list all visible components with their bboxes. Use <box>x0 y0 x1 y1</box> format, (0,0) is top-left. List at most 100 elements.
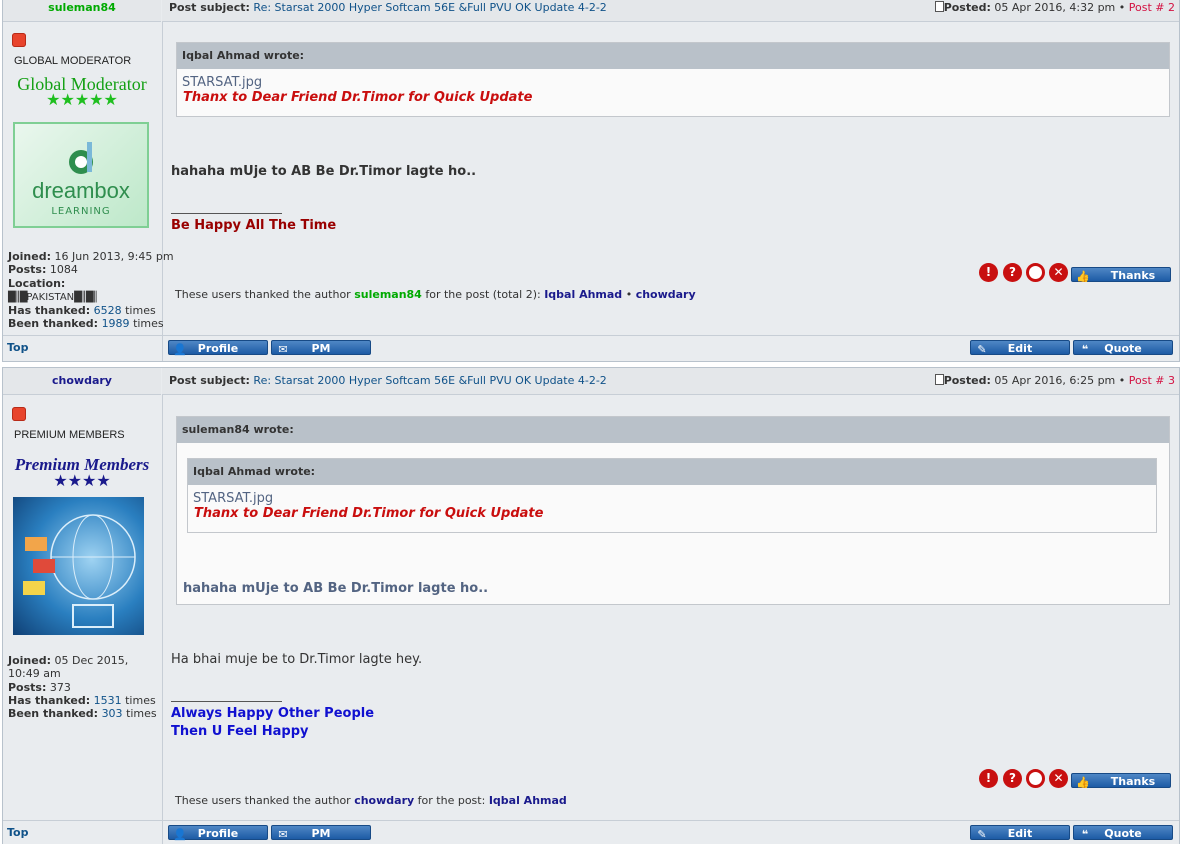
thanks-mid-text: for the post (total 2): <box>425 288 541 301</box>
been-thanked-label: Been thanked: <box>8 707 99 721</box>
subject-label: Post subject: <box>169 374 250 387</box>
delete-icon[interactable]: ✕ <box>1049 769 1068 788</box>
has-thanked-label: Has thanked: <box>8 304 91 318</box>
post-footer: Top 👤 Profile ✉ PM ✎ Edit ❝ Quote <box>3 820 1179 843</box>
avatar <box>13 497 144 635</box>
has-thanked-value[interactable]: 6528 <box>94 304 122 317</box>
info-icon[interactable]: ? <box>1003 769 1022 788</box>
post-message: hahaha mUje to AB Be Dr.Timor lagte ho.. <box>171 164 477 179</box>
quote-button[interactable]: ❝ Quote <box>1073 825 1173 841</box>
edit-button[interactable]: ✎ Edit <box>970 340 1070 356</box>
times-text: times <box>125 304 156 318</box>
post-author-name[interactable]: suleman84 <box>48 1 116 14</box>
thanks-label: Thanks <box>1110 775 1156 788</box>
has-thanked-label: Has thanked: <box>8 693 91 707</box>
quote-icon: ❝ <box>1081 343 1089 356</box>
avatar-text: dreambox <box>32 178 130 203</box>
has-thanked-value[interactable]: 1531 <box>94 694 122 707</box>
posts-label: Posts: <box>8 680 47 694</box>
warning-icon[interactable]: ! <box>979 263 998 282</box>
ban-icon[interactable] <box>1026 769 1045 788</box>
posts-value: 1084 <box>49 263 78 277</box>
post-number-link[interactable]: Post # 3 <box>1129 374 1175 387</box>
pm-label: PM <box>311 342 331 355</box>
been-thanked-value[interactable]: 303 <box>102 707 123 720</box>
rank-image-text: Premium Members <box>14 455 150 474</box>
flag-icon: █║█ <box>8 291 27 303</box>
pm-button[interactable]: ✉ PM <box>271 340 371 356</box>
posted-date: 05 Apr 2016, 6:25 pm <box>994 374 1116 387</box>
pm-label: PM <box>311 827 331 840</box>
profile-button[interactable]: 👤 Profile <box>168 340 268 356</box>
post-icon[interactable] <box>934 374 944 385</box>
joined-label: Joined: <box>8 250 51 263</box>
rank-stars: ★★★★ <box>53 473 111 490</box>
post-author-name[interactable]: chowdary <box>52 374 112 387</box>
user-icon: 👤 <box>173 828 187 841</box>
thanked-author[interactable]: suleman84 <box>354 288 422 301</box>
posted-label: Posted: <box>943 1 991 14</box>
top-link[interactable]: Top <box>7 826 28 839</box>
thanked-user[interactable]: Iqbal Ahmad <box>489 794 567 807</box>
edit-button[interactable]: ✎ Edit <box>970 825 1070 841</box>
quote-file[interactable]: STARSAT.jpg <box>188 485 1156 506</box>
profile-button[interactable]: 👤 Profile <box>168 825 268 841</box>
thanks-button[interactable]: 👍 Thanks <box>1071 267 1171 283</box>
signature-line-2: Then U Feel Happy <box>171 724 309 739</box>
subject-link[interactable]: Re: Starsat 2000 Hyper Softcam 56E &Full… <box>253 374 606 387</box>
quote-author: Iqbal Ahmad wrote: <box>188 459 1156 485</box>
been-thanked-value[interactable]: 1989 <box>102 317 130 330</box>
thanked-users: These users thanked the author suleman84… <box>175 288 696 301</box>
location-label: Location: <box>8 276 66 290</box>
pm-button[interactable]: ✉ PM <box>271 825 371 841</box>
pencil-icon: ✎ <box>977 828 987 841</box>
top-link[interactable]: Top <box>7 341 28 354</box>
post-message: Ha bhai muje be to Dr.Timor lagte hey. <box>171 652 423 667</box>
signature-line-1: Always Happy Other People <box>171 706 375 721</box>
quote-icon: ❝ <box>1081 828 1089 841</box>
profile-details: Joined: 05 Dec 2015, 10:49 am Posts: 373… <box>8 654 158 720</box>
warning-icon[interactable]: ! <box>979 769 998 788</box>
post-icon[interactable] <box>934 1 944 12</box>
edit-label: Edit <box>1007 827 1033 840</box>
thanked-user[interactable]: Iqbal Ahmad <box>544 288 622 301</box>
post-subject-bar: Post subject: Re: Starsat 2000 Hyper Sof… <box>162 368 1179 395</box>
quote-text: Thanx to Dear Friend Dr.Timor for Quick … <box>194 506 544 521</box>
posted-date: 05 Apr 2016, 4:32 pm <box>994 1 1116 14</box>
post-number-link[interactable]: Post # 2 <box>1129 1 1175 14</box>
thanks-mid-text: for the post: <box>417 794 486 807</box>
quote-label: Quote <box>1104 827 1142 840</box>
post-subject-bar: Post subject: Re: Starsat 2000 Hyper Sof… <box>162 0 1179 22</box>
pencil-icon: ✎ <box>977 343 987 356</box>
rank-image: Premium Members ★★★★ <box>3 456 161 490</box>
signature-divider <box>171 701 282 702</box>
thanks-button[interactable]: 👍 Thanks <box>1071 773 1171 789</box>
quote-block: Iqbal Ahmad wrote: STARSAT.jpg Thanx to … <box>176 42 1170 117</box>
separator: • <box>625 288 633 301</box>
thanked-author[interactable]: chowdary <box>354 794 414 807</box>
quote-author: Iqbal Ahmad wrote: <box>177 43 1169 69</box>
post-author-bar: suleman84 <box>3 0 161 22</box>
thanks-label: Thanks <box>1110 269 1156 282</box>
column-divider <box>162 368 163 844</box>
times-text: times <box>133 317 164 331</box>
info-icon[interactable]: ? <box>1003 263 1022 282</box>
delete-icon[interactable]: ✕ <box>1049 263 1068 282</box>
avatar-subtext: LEARNING <box>51 206 111 217</box>
quote-label: Quote <box>1104 342 1142 355</box>
separator: • <box>1118 374 1126 387</box>
inner-quote-block: Iqbal Ahmad wrote: STARSAT.jpg Thanx to … <box>187 458 1157 533</box>
quote-button[interactable]: ❝ Quote <box>1073 340 1173 356</box>
signature-divider <box>171 213 282 214</box>
profile-label: Profile <box>197 342 239 355</box>
thumbs-up-icon: 👍 <box>1076 776 1090 789</box>
thanked-user[interactable]: chowdary <box>636 288 696 301</box>
subject-link[interactable]: Re: Starsat 2000 Hyper Softcam 56E &Full… <box>253 1 606 14</box>
posts-value: 373 <box>49 680 71 694</box>
ban-icon[interactable] <box>1026 263 1045 282</box>
outer-quote-text: hahaha mUje to AB Be Dr.Timor lagte ho.. <box>183 581 489 596</box>
quote-file[interactable]: STARSAT.jpg <box>177 69 1169 90</box>
rank-title: PREMIUM MEMBERS <box>14 429 125 441</box>
signature: Be Happy All The Time <box>171 218 337 233</box>
posted-label: Posted: <box>943 374 991 387</box>
